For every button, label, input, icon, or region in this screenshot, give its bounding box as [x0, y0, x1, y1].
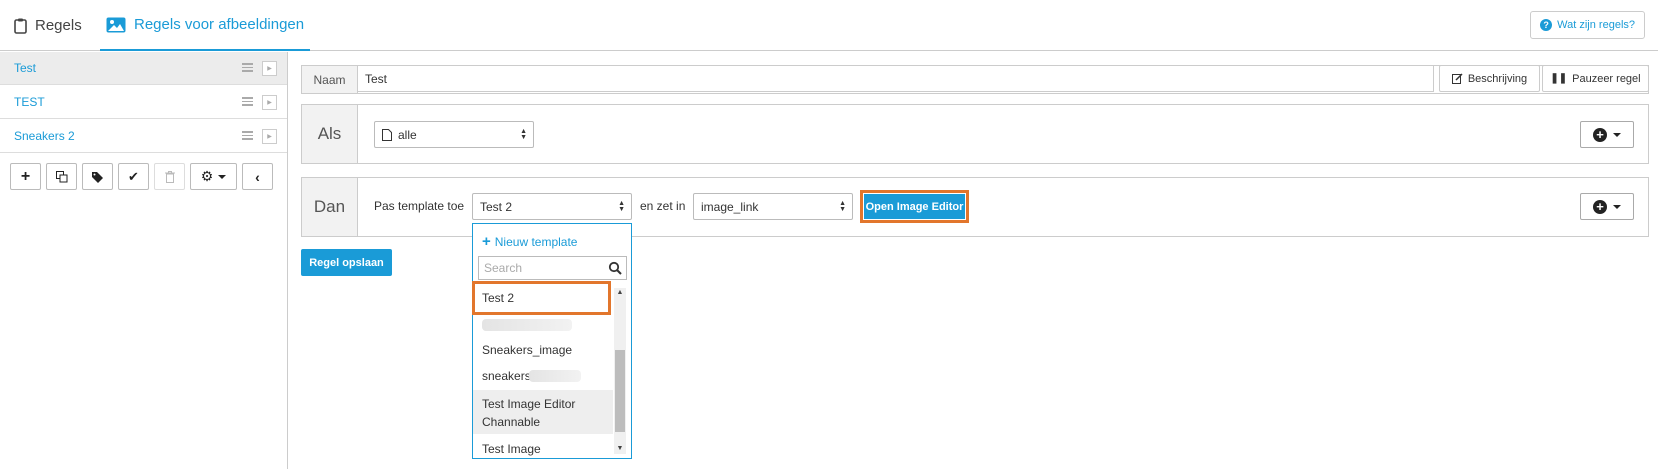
tab-rules-label: Regels	[35, 17, 82, 34]
delete-rule-button[interactable]	[154, 163, 185, 190]
select-arrows-icon: ▲ ▼	[839, 200, 846, 213]
tab-image-rules-label: Regels voor afbeeldingen	[134, 16, 305, 33]
copy-icon	[55, 170, 67, 182]
template-option[interactable]: Test Image Editor Channable	[473, 390, 613, 434]
rule-label: Test	[14, 61, 37, 75]
play-icon[interactable]: ▶	[262, 95, 277, 110]
rule-label: TEST	[14, 95, 45, 109]
pause-icon: ❚❚	[1550, 73, 1568, 84]
question-icon: ?	[1540, 19, 1553, 31]
collapse-sidebar-button[interactable]: ‹	[242, 163, 273, 190]
dropdown-scrollbar[interactable]: ▲ ▼	[614, 288, 626, 454]
template-dropdown: + Nieuw template Search Test 2 Sneakers_…	[472, 223, 632, 459]
help-label: Wat zijn regels?	[1557, 19, 1635, 31]
description-label: Beschrijving	[1467, 72, 1528, 85]
add-condition-button[interactable]: +	[1580, 121, 1634, 148]
file-icon	[382, 128, 392, 141]
drag-handle-icon[interactable]	[242, 97, 253, 106]
sidebar-rule-item[interactable]: TEST ▶	[0, 86, 287, 119]
plus-circle-icon: +	[1593, 127, 1607, 142]
scroll-up-icon[interactable]: ▲	[614, 288, 626, 298]
then-label: Dan	[302, 178, 358, 236]
scroll-down-icon[interactable]: ▼	[614, 444, 626, 454]
plus-circle-icon: +	[1593, 199, 1607, 214]
activate-rule-button[interactable]: ✔	[118, 163, 149, 190]
add-action-button[interactable]: +	[1580, 193, 1634, 220]
set-in-label: en zet in	[640, 199, 686, 213]
name-label: Naam	[302, 66, 358, 93]
gear-icon: ⚙	[200, 168, 214, 184]
tab-rules[interactable]: Regels	[14, 0, 82, 51]
pause-label: Pauzeer regel	[1572, 72, 1641, 85]
search-icon	[608, 261, 622, 275]
scrollbar-thumb[interactable]	[615, 350, 625, 432]
help-button[interactable]: ? Wat zijn regels?	[1530, 11, 1645, 39]
highlight-box	[472, 281, 611, 315]
select-arrows-icon: ▲ ▼	[618, 200, 625, 213]
rules-sidebar: Test ▶ TEST ▶ Sneakers 2 ▶ + ✔ ⚙ ‹	[0, 52, 288, 469]
tab-image-rules[interactable]: Regels voor afbeeldingen	[100, 0, 311, 51]
sidebar-rule-item[interactable]: Test ▶	[0, 52, 287, 85]
condition-select-value: alle	[398, 127, 417, 142]
caret-down-icon	[218, 174, 227, 179]
play-icon[interactable]: ▶	[262, 129, 277, 144]
edit-icon	[1451, 73, 1463, 84]
add-rule-button[interactable]: +	[10, 163, 41, 190]
redacted-option[interactable]	[482, 319, 572, 331]
condition-select[interactable]: alle ▲ ▼	[374, 121, 534, 148]
trash-icon	[164, 170, 175, 183]
select-arrows-icon: ▲ ▼	[520, 128, 527, 141]
plus-icon: +	[20, 167, 31, 185]
drag-handle-icon[interactable]	[242, 63, 253, 72]
template-option[interactable]: Sneakers_image	[482, 343, 572, 357]
template-search-input[interactable]: Search	[478, 256, 627, 280]
new-template-link[interactable]: + Nieuw template	[482, 233, 577, 250]
rule-name-input[interactable]: Test	[357, 65, 1434, 92]
chevron-left-icon: ‹	[255, 168, 260, 185]
redacted-text	[529, 370, 581, 382]
apply-template-label: Pas template toe	[374, 199, 465, 213]
if-label: Als	[302, 105, 358, 163]
search-placeholder: Search	[484, 261, 523, 275]
drag-handle-icon[interactable]	[242, 131, 253, 140]
caret-down-icon	[1613, 132, 1621, 137]
tag-rule-button[interactable]	[82, 163, 113, 190]
clipboard-icon	[14, 18, 27, 34]
open-image-editor-button[interactable]: Open Image Editor	[864, 194, 965, 219]
tags-icon	[91, 171, 103, 183]
save-rule-button[interactable]: Regel opslaan	[301, 249, 392, 276]
template-option[interactable]: Test Image	[482, 442, 541, 456]
template-option[interactable]: sneakers	[482, 369, 531, 383]
plus-icon: +	[482, 233, 491, 250]
field-select[interactable]: image_link ▲ ▼	[693, 193, 853, 220]
check-icon: ✔	[128, 168, 139, 184]
description-button[interactable]: Beschrijving	[1439, 65, 1540, 92]
rule-label: Sneakers 2	[14, 129, 75, 143]
sidebar-toolbar: + ✔ ⚙ ‹	[10, 163, 273, 190]
image-icon	[106, 17, 126, 32]
top-tabs: Regels Regels voor afbeeldingen ? Wat zi…	[0, 0, 1658, 51]
pause-rule-button[interactable]: ❚❚ Pauzeer regel	[1542, 65, 1649, 92]
new-template-label: Nieuw template	[494, 234, 578, 249]
caret-down-icon	[1613, 204, 1621, 209]
template-select[interactable]: Test 2 ▲ ▼	[472, 193, 632, 220]
sidebar-rule-item[interactable]: Sneakers 2 ▶	[0, 120, 287, 153]
settings-dropdown-button[interactable]: ⚙	[190, 163, 237, 190]
template-select-value: Test 2	[480, 199, 513, 214]
field-select-value: image_link	[701, 199, 759, 214]
copy-rule-button[interactable]	[46, 163, 77, 190]
play-icon[interactable]: ▶	[262, 61, 277, 76]
